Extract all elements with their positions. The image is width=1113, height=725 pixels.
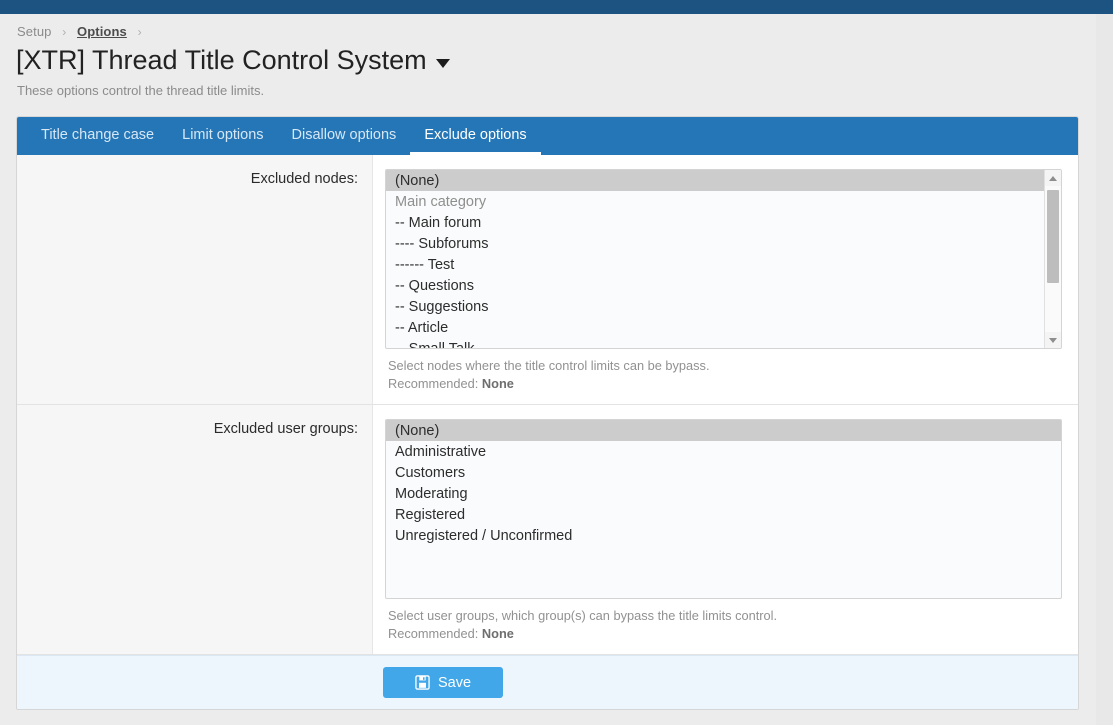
tab-disallow-options[interactable]: Disallow options <box>278 117 411 155</box>
tab-exclude-options[interactable]: Exclude options <box>410 117 541 155</box>
list-item[interactable]: (None) <box>386 420 1061 441</box>
scroll-up-arrow-icon[interactable] <box>1045 170 1061 186</box>
tab-limit-options[interactable]: Limit options <box>168 117 277 155</box>
page-title: [XTR] Thread Title Control System <box>0 39 1096 77</box>
breadcrumb-separator-icon: › <box>137 25 142 39</box>
list-item[interactable]: -- Article <box>386 317 1044 338</box>
scrollbar-track[interactable] <box>1045 186 1061 332</box>
list-item[interactable]: Customers <box>386 462 1061 483</box>
page-title-text: [XTR] Thread Title Control System <box>16 45 427 75</box>
save-button-label: Save <box>437 674 472 691</box>
excluded-nodes-option-list: (None) Main category -- Main forum ---- … <box>386 170 1044 348</box>
list-item[interactable]: Administrative <box>386 441 1061 462</box>
list-item[interactable]: Main category <box>386 191 1044 212</box>
hint-text: Select nodes where the title control lim… <box>388 358 710 373</box>
hint-recommended-label: Recommended: <box>388 625 482 641</box>
excluded-nodes-scrollbar[interactable] <box>1044 170 1061 348</box>
form-body: Excluded nodes: (None) Main category -- … <box>17 155 1078 655</box>
breadcrumb-item-setup[interactable]: Setup <box>17 24 51 39</box>
hint-recommended-label: Recommended: <box>388 375 482 391</box>
list-item[interactable]: -- Questions <box>386 275 1044 296</box>
options-card: Title change case Limit options Disallow… <box>16 116 1079 710</box>
list-item[interactable]: -- Small Talk <box>386 338 1044 348</box>
hint-excluded-user-groups: Select user groups, which group(s) can b… <box>385 599 1062 642</box>
save-floppy-icon <box>415 675 430 690</box>
list-item[interactable]: Unregistered / Unconfirmed <box>386 525 1061 546</box>
chevron-down-icon[interactable] <box>435 58 450 68</box>
hint-recommended-value: None <box>481 375 514 391</box>
scroll-down-arrow-icon[interactable] <box>1045 332 1061 348</box>
label-excluded-nodes: Excluded nodes: <box>17 155 373 404</box>
form-footer: Save <box>17 655 1078 709</box>
list-item[interactable]: (None) <box>386 170 1044 191</box>
form-row-excluded-user-groups: Excluded user groups: (None) Administrat… <box>17 405 1078 655</box>
hint-text: Select user groups, which group(s) can b… <box>388 608 778 623</box>
hint-recommended-value: None <box>481 625 514 641</box>
hint-recommended: Recommended: None <box>388 375 1062 393</box>
form-row-excluded-nodes: Excluded nodes: (None) Main category -- … <box>17 155 1078 405</box>
list-item[interactable]: -- Main forum <box>386 212 1044 233</box>
browser-top-bar <box>0 0 1113 14</box>
breadcrumb-separator-icon: › <box>62 25 67 39</box>
field-excluded-user-groups: (None) Administrative Customers Moderati… <box>373 405 1078 654</box>
list-item[interactable]: ---- Subforums <box>386 233 1044 254</box>
field-excluded-nodes: (None) Main category -- Main forum ---- … <box>373 155 1078 404</box>
breadcrumb-item-options[interactable]: Options <box>77 24 127 39</box>
save-button[interactable]: Save <box>383 667 503 698</box>
label-excluded-user-groups: Excluded user groups: <box>17 405 373 654</box>
excluded-user-groups-option-list: (None) Administrative Customers Moderati… <box>386 420 1061 598</box>
page-description: These options control the thread title l… <box>17 83 265 98</box>
hint-excluded-nodes: Select nodes where the title control lim… <box>385 349 1062 392</box>
list-item[interactable]: Moderating <box>386 483 1061 504</box>
footer-spacer <box>17 667 373 698</box>
excluded-nodes-listbox[interactable]: (None) Main category -- Main forum ---- … <box>385 169 1062 349</box>
excluded-user-groups-listbox[interactable]: (None) Administrative Customers Moderati… <box>385 419 1062 599</box>
breadcrumb: Setup › Options › <box>0 14 1096 39</box>
list-item[interactable]: ------ Test <box>386 254 1044 275</box>
hint-recommended: Recommended: None <box>388 625 1062 643</box>
scrollbar-thumb[interactable] <box>1047 190 1059 283</box>
tab-title-change-case[interactable]: Title change case <box>27 117 168 155</box>
list-item[interactable]: Registered <box>386 504 1061 525</box>
list-item[interactable]: -- Suggestions <box>386 296 1044 317</box>
tab-bar: Title change case Limit options Disallow… <box>17 117 1078 155</box>
page-container: Setup › Options › [XTR] Thread Title Con… <box>0 14 1096 725</box>
